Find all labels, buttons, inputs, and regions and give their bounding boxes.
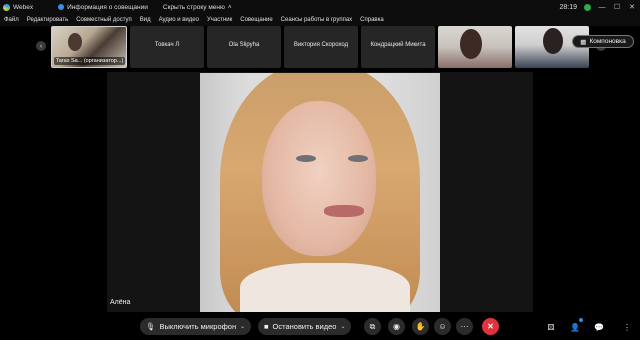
meeting-toolbar: 🎙 Выключить микрофон ⌄ ■ Остановить виде… (0, 313, 640, 340)
menu-view[interactable]: Вид (140, 17, 151, 23)
speaker-eye (348, 155, 368, 162)
speaker-eye (296, 155, 316, 162)
share-button[interactable]: ⧉ (364, 318, 381, 335)
participant-filmstrip: ‹ Taras Sa... (организатор...) Товкач Л … (0, 26, 640, 70)
leave-meeting-button[interactable]: ✕ (482, 318, 499, 335)
more-panels-icon[interactable]: ⋮ (620, 320, 634, 334)
microphone-icon: 🎙 (146, 322, 156, 331)
record-icon: ◉ (393, 322, 400, 331)
menu-help[interactable]: Справка (360, 17, 384, 23)
participant-tile[interactable]: Ola Slipyha (207, 26, 281, 68)
chevron-down-icon[interactable]: ⌄ (340, 323, 345, 330)
speaker-mouth (324, 205, 364, 217)
mute-button[interactable]: 🎙 Выключить микрофон ⌄ (140, 318, 252, 335)
share-screen-icon: ⧉ (369, 321, 376, 331)
participant-tile[interactable]: Товкач Л (130, 26, 204, 68)
recording-status-icon (584, 3, 591, 11)
layout-icon: ▦ (580, 38, 587, 46)
smiley-icon: ☺ (438, 322, 447, 331)
reactions-button[interactable]: ☺ (434, 318, 451, 335)
participant-name: Taras Sa... (организатор...) (54, 57, 126, 65)
chevron-down-icon[interactable]: ⌄ (240, 323, 245, 330)
participant-name: Товкач Л (154, 42, 180, 48)
participant-name: Кондрацкий Микита (370, 42, 426, 48)
participant-tile[interactable]: Кондрацкий Микита (361, 26, 435, 68)
meeting-timer: 28:19 (559, 3, 577, 11)
mute-label: Выключить микрофон (159, 322, 237, 331)
more-options-button[interactable]: ··· (456, 318, 473, 335)
maximize-icon[interactable]: ☐ (613, 3, 621, 11)
menu-file[interactable]: Файл (4, 17, 19, 23)
chevron-up-icon[interactable]: ˄ (228, 4, 232, 11)
participant-video (543, 28, 563, 54)
minimize-icon[interactable]: — (598, 4, 606, 11)
participant-tile-video[interactable] (438, 26, 512, 68)
menu-meeting[interactable]: Совещание (240, 17, 272, 23)
participant-video (68, 33, 82, 51)
raise-hand-button[interactable]: ✋ (412, 318, 429, 335)
breakout-sessions-icon[interactable]: ⚄ (544, 320, 558, 334)
menu-participant[interactable]: Участник (207, 17, 232, 23)
speaker-face (262, 101, 376, 256)
speaker-shirt (240, 263, 410, 312)
chat-icon[interactable]: 💬 (592, 320, 606, 334)
menu-audio-video[interactable]: Аудио и видео (159, 17, 199, 23)
app-name: Webex (13, 3, 34, 11)
hand-icon: ✋ (415, 322, 426, 331)
more-icon: ··· (460, 322, 469, 331)
stop-video-button[interactable]: ■ Остановить видео ⌄ (258, 318, 352, 335)
meeting-info-button[interactable]: Информация о совещании (67, 4, 148, 11)
active-speaker-video[interactable] (200, 73, 440, 312)
hide-menu-button[interactable]: Скрыть строку меню (163, 4, 225, 11)
participant-video (460, 29, 482, 59)
camera-icon: ■ (264, 322, 269, 331)
title-bar: Webex Информация о совещании Скрыть стро… (0, 0, 640, 14)
participant-name: Ola Slipyha (228, 42, 260, 48)
info-icon[interactable] (58, 4, 65, 10)
menu-edit[interactable]: Редактировать (27, 17, 68, 23)
webex-logo-icon (3, 3, 10, 11)
notification-badge (579, 318, 583, 322)
participants-icon[interactable]: 👤 (568, 320, 582, 334)
active-speaker-name: Алёна (110, 299, 131, 306)
close-icon[interactable]: ✕ (628, 3, 636, 11)
participant-name: Виктория Скороход (293, 42, 349, 48)
scroll-left-icon[interactable]: ‹ (36, 41, 46, 51)
participant-tile[interactable]: Виктория Скороход (284, 26, 358, 68)
layout-button[interactable]: ▦ Компоновка (572, 35, 634, 48)
layout-label: Компоновка (589, 38, 626, 45)
end-call-icon: ✕ (487, 322, 494, 331)
participant-tile-host[interactable]: Taras Sa... (организатор...) (51, 26, 127, 68)
menu-breakout[interactable]: Сеансы работы в группах (281, 17, 353, 23)
record-button[interactable]: ◉ (388, 318, 405, 335)
menu-share[interactable]: Совместный доступ (76, 17, 132, 23)
stop-video-label: Остановить видео (272, 322, 337, 331)
menu-bar: Файл Редактировать Совместный доступ Вид… (0, 14, 640, 26)
